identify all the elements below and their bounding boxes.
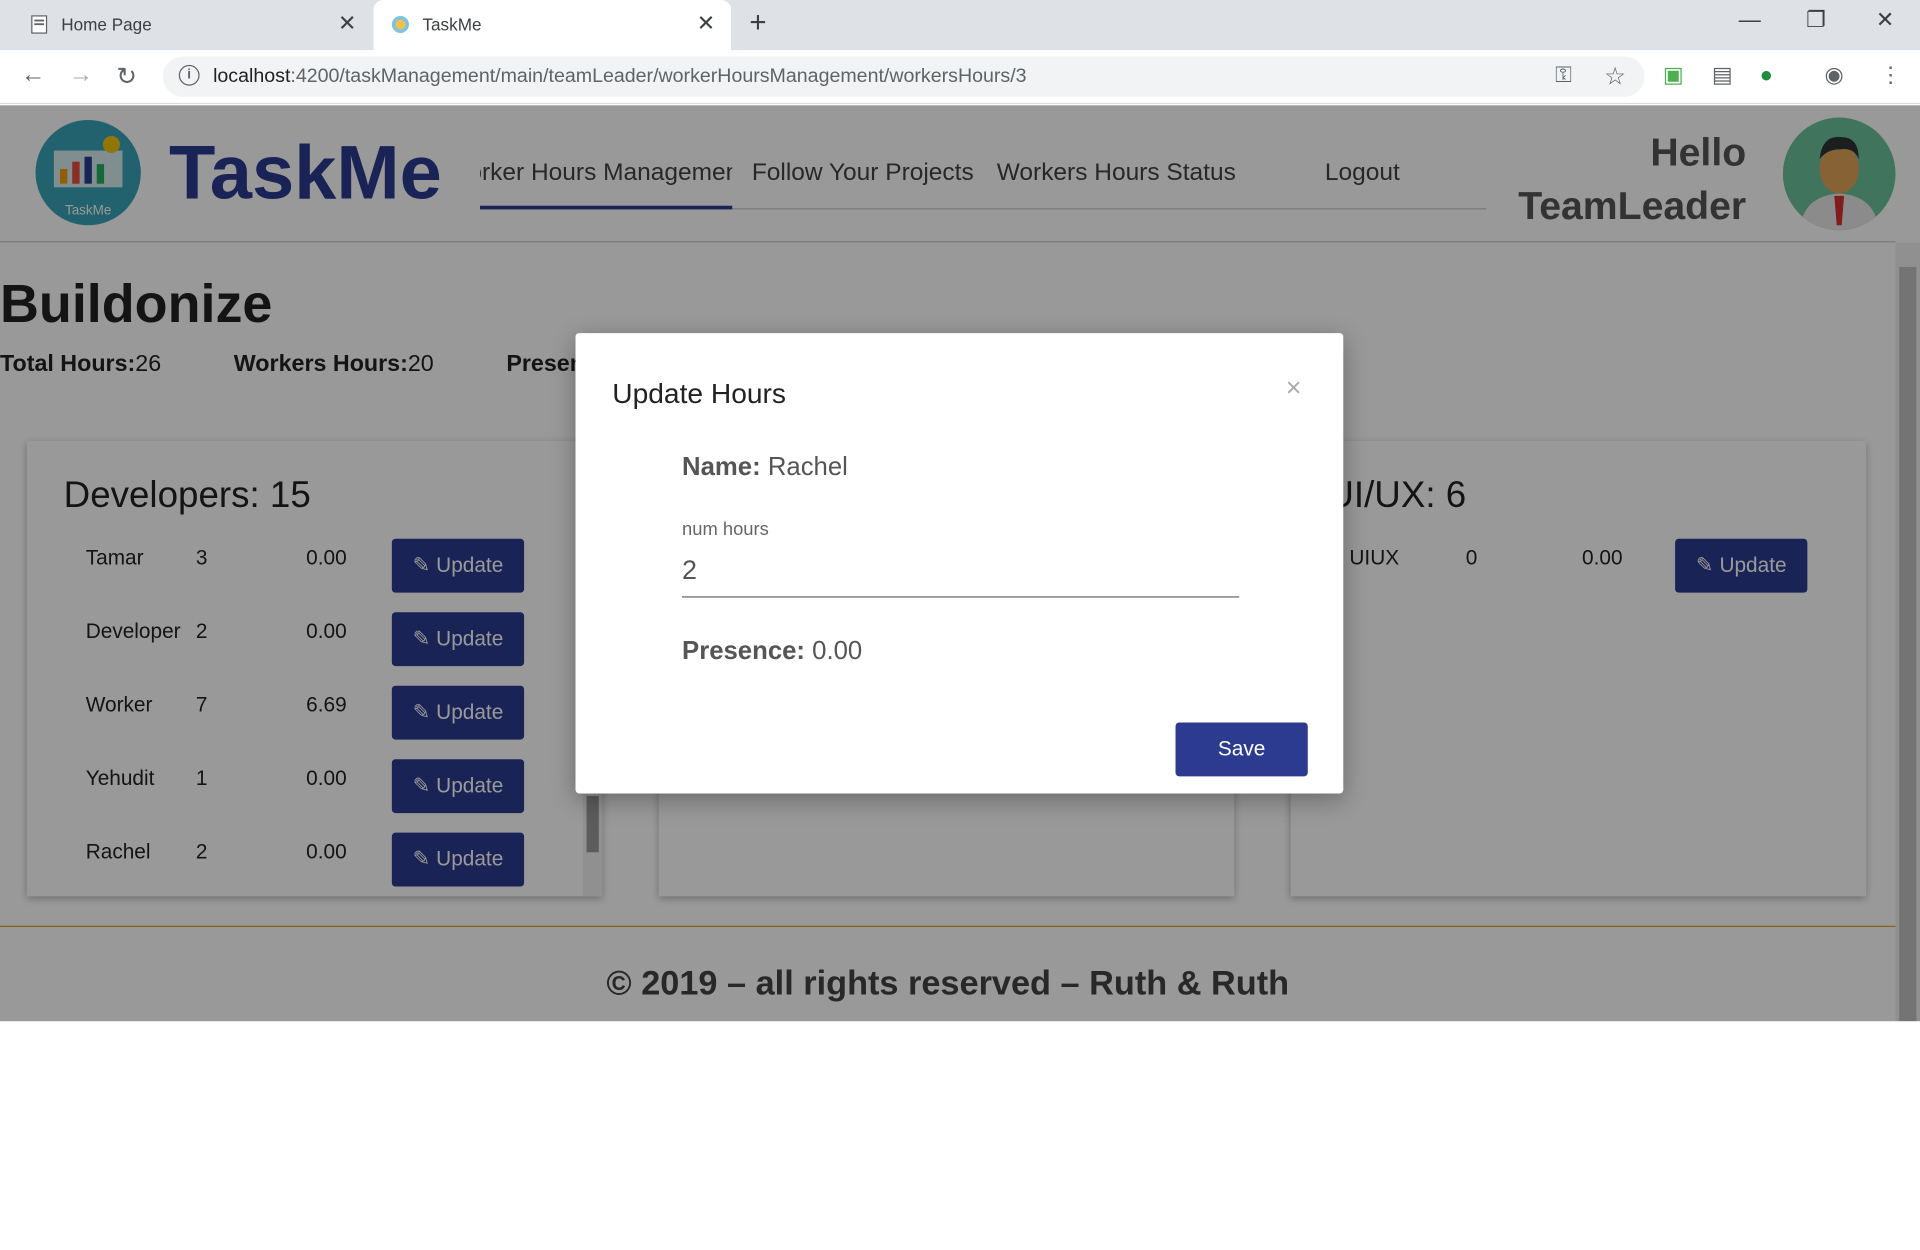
omnibox[interactable]: i localhost:4200/taskManagement/main/tea… <box>162 56 1645 97</box>
url-path: :4200/taskManagement/main/teamLeader/wor… <box>290 66 1027 87</box>
save-button[interactable]: Save <box>1175 722 1308 777</box>
name-label: Name: <box>682 453 761 482</box>
account-icon[interactable]: ◉ <box>1825 62 1849 86</box>
forward-icon[interactable]: → <box>69 61 93 89</box>
restore-icon[interactable]: ❐ <box>1806 7 1826 33</box>
globe-icon <box>391 15 409 34</box>
close-tab-icon[interactable]: ✕ <box>338 11 356 37</box>
presence-row: Presence: 0.00 <box>682 637 862 666</box>
browser-window: Home Page ✕ TaskMe ✕ + — ❐ ✕ ← → ↻ i loc… <box>0 0 1920 1250</box>
url-text[interactable]: localhost:4200/taskManagement/main/teamL… <box>213 66 1026 88</box>
tab-taskme[interactable]: TaskMe ✕ <box>373 0 732 51</box>
star-icon[interactable]: ☆ <box>1604 61 1626 92</box>
close-window-icon[interactable]: ✕ <box>1876 7 1894 33</box>
num-hours-label: num hours <box>682 519 769 541</box>
new-tab-icon[interactable]: + <box>749 6 766 40</box>
presence-label: Presence: <box>682 636 805 665</box>
dialog-title: Update Hours <box>612 377 787 409</box>
reload-icon[interactable]: ↻ <box>116 61 137 92</box>
extension-icon[interactable]: ▣ <box>1663 62 1687 86</box>
close-icon[interactable]: × <box>1286 372 1302 404</box>
page-icon <box>31 15 48 34</box>
name-row: Name: Rachel <box>682 453 848 482</box>
close-tab-icon[interactable]: ✕ <box>697 11 715 37</box>
info-icon[interactable]: i <box>178 64 200 86</box>
num-hours-input[interactable] <box>682 543 1240 598</box>
extension-icon[interactable]: ● <box>1760 62 1784 86</box>
name-value: Rachel <box>767 453 848 482</box>
tab-label: TaskMe <box>422 14 482 35</box>
url-host: localhost <box>213 66 291 87</box>
address-bar: ← → ↻ i localhost:4200/taskManagement/ma… <box>0 50 1920 105</box>
menu-icon[interactable]: ⋮ <box>1880 62 1904 86</box>
tab-home-page[interactable]: Home Page ✕ <box>12 0 367 50</box>
presence-value: 0.00 <box>812 636 863 665</box>
key-icon[interactable]: ⚿ <box>1555 62 1572 88</box>
minimize-icon[interactable]: — <box>1739 7 1761 33</box>
update-hours-dialog: Update Hours × Name: Rachel num hours Pr… <box>575 333 1344 794</box>
tab-strip: Home Page ✕ TaskMe ✕ + — ❐ ✕ <box>0 0 1920 51</box>
extension-icon[interactable]: ▤ <box>1712 62 1736 86</box>
tab-label: Home Page <box>61 14 152 35</box>
back-icon[interactable]: ← <box>21 61 45 89</box>
